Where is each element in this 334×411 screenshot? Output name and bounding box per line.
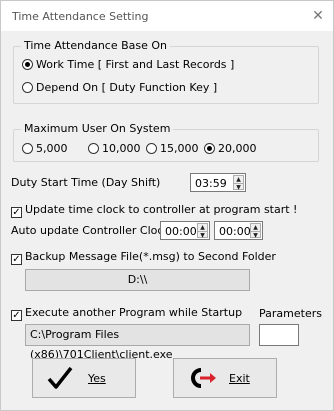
backup-folder-value: D:\\	[127, 273, 148, 286]
settings-window: Time Attendance Setting ✕ Time Attendanc…	[0, 0, 334, 411]
checkbox-checked-icon: ✓	[11, 310, 22, 321]
spin-up-icon[interactable]: ▲	[234, 176, 243, 183]
duty-start-time-spinner[interactable]: 03:59 ▲ ▼	[190, 173, 246, 192]
backup-label: Backup Message File(*.msg) to Second Fol…	[25, 250, 276, 263]
backup-folder-field[interactable]: D:\\	[25, 269, 250, 291]
duty-start-time-value: 03:59	[195, 177, 227, 190]
max-user-5000-radio[interactable]: 5,000	[22, 142, 68, 155]
yes-button-label: Yes	[88, 372, 106, 385]
dialog-client-area: Time Attendance Base On Work Time [ Firs…	[1, 31, 333, 410]
window-title: Time Attendance Setting	[12, 10, 149, 23]
radio-unselected-icon	[88, 143, 99, 154]
spin-up-icon[interactable]: ▲	[251, 224, 260, 231]
radio-selected-icon	[22, 59, 33, 70]
duty-start-label: Duty Start Time (Day Shift)	[11, 176, 161, 189]
spin-down-icon[interactable]: ▼	[198, 231, 207, 239]
auto-update-time2-value: 00:00	[219, 225, 251, 238]
max-user-20000-radio[interactable]: 20,000	[204, 142, 257, 155]
radio-unselected-icon	[146, 143, 157, 154]
exit-button-label: Exit	[229, 372, 250, 385]
spinner-buttons[interactable]: ▲ ▼	[233, 175, 244, 191]
update-clock-checkbox[interactable]: ✓ Update time clock to controller at prog…	[11, 203, 297, 218]
backup-checkbox[interactable]: ✓ Backup Message File(*.msg) to Second Fo…	[11, 250, 276, 265]
checkmark-icon	[47, 366, 73, 393]
duty-function-radio[interactable]: Depend On [ Duty Function Key ]	[22, 81, 217, 94]
auto-update-time2-spinner[interactable]: 00:00 ▲ ▼	[214, 221, 263, 240]
close-button[interactable]: ✕	[309, 7, 327, 25]
duty-function-label: Depend On [ Duty Function Key ]	[36, 81, 218, 94]
max-user-10000-label: 10,000	[102, 142, 141, 155]
program-path-field[interactable]: C:\Program Files (x86)\701Client\client.…	[25, 324, 250, 361]
program-path-value: C:\Program Files (x86)\701Client\client.…	[30, 328, 173, 361]
work-time-label: Work Time [ First and Last Records ]	[36, 58, 235, 71]
radio-unselected-icon	[22, 143, 33, 154]
exit-door-arrow-icon	[188, 366, 218, 393]
spin-up-icon[interactable]: ▲	[198, 224, 207, 231]
checkbox-checked-icon: ✓	[11, 207, 22, 218]
spin-down-icon[interactable]: ▼	[251, 231, 260, 239]
exit-button[interactable]: Exit	[173, 358, 277, 398]
attendance-base-group-label: Time Attendance Base On	[21, 39, 171, 52]
spinner-buttons[interactable]: ▲ ▼	[197, 223, 208, 239]
attendance-base-group: Time Attendance Base On Work Time [ Firs…	[13, 39, 319, 104]
radio-selected-icon	[204, 143, 215, 154]
work-time-radio[interactable]: Work Time [ First and Last Records ]	[22, 58, 234, 71]
spinner-buttons[interactable]: ▲ ▼	[250, 223, 261, 239]
max-user-10000-radio[interactable]: 10,000	[88, 142, 141, 155]
yes-button[interactable]: Yes	[32, 358, 136, 398]
max-user-group: Maximum User On System 5,000 10,000 15,0…	[13, 122, 319, 162]
parameters-input[interactable]	[259, 324, 299, 346]
max-user-15000-radio[interactable]: 15,000	[146, 142, 199, 155]
max-user-15000-label: 15,000	[160, 142, 199, 155]
title-bar[interactable]: Time Attendance Setting ✕	[1, 1, 333, 31]
spin-down-icon[interactable]: ▼	[234, 183, 243, 191]
auto-update-time1-spinner[interactable]: 00:00 ▲ ▼	[160, 221, 210, 240]
max-user-group-label: Maximum User On System	[21, 122, 174, 135]
execute-program-checkbox[interactable]: ✓ Execute another Program while Startup	[11, 306, 242, 321]
radio-unselected-icon	[22, 82, 33, 93]
auto-update-label: Auto update Controller Clock	[11, 224, 170, 237]
execute-program-label: Execute another Program while Startup	[25, 306, 243, 319]
max-user-5000-label: 5,000	[36, 142, 68, 155]
parameters-label: Parameters	[259, 307, 322, 320]
auto-update-time1-value: 00:00	[165, 225, 197, 238]
checkbox-checked-icon: ✓	[11, 254, 22, 265]
update-clock-label: Update time clock to controller at progr…	[25, 203, 298, 216]
max-user-20000-label: 20,000	[218, 142, 257, 155]
